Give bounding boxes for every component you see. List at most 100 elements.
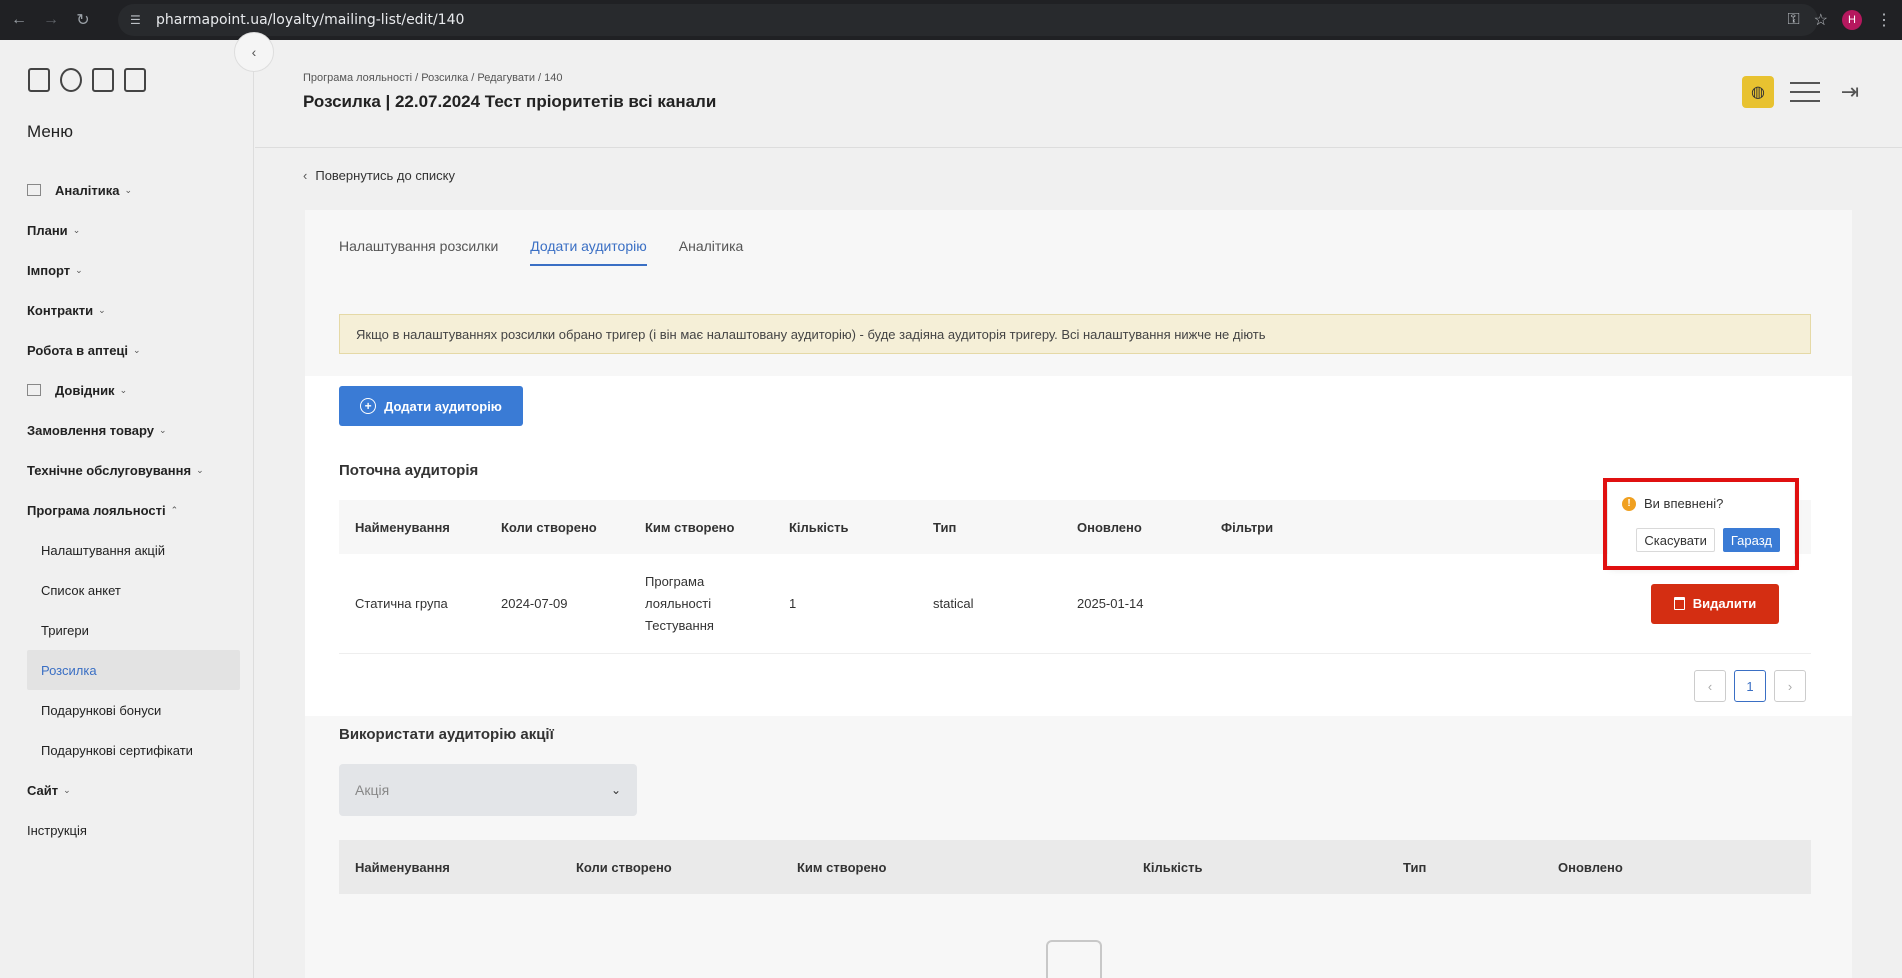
reload-icon[interactable]: ↻ [70, 7, 96, 33]
plus-circle-icon: + [360, 398, 377, 414]
globe-icon: ◍ [1751, 84, 1765, 101]
sidebar-item-contracts[interactable]: Контракти ⌄ [0, 290, 254, 330]
warning-icon: ! [1622, 496, 1636, 511]
column-header[interactable]: Фільтри [1205, 520, 1625, 535]
cell-count: 1 [789, 596, 797, 611]
hamburger-menu-icon[interactable] [1790, 82, 1820, 102]
trigger-notice: Якщо в налаштуваннях розсилки обрано три… [339, 314, 1811, 354]
cell-created-by: Програма лояльності Тестування [645, 573, 714, 633]
document-icon[interactable] [92, 68, 114, 92]
tab-analytics[interactable]: Аналітика [679, 238, 744, 266]
column-header[interactable]: Оновлено [1061, 520, 1205, 535]
password-key-icon[interactable]: ⚿ [1787, 11, 1799, 29]
pagination: ‹ 1 › [1694, 670, 1806, 702]
calendar-icon[interactable] [28, 68, 50, 92]
tab-add-audience[interactable]: Додати аудиторію [530, 238, 647, 266]
next-page-button[interactable]: › [1774, 670, 1806, 702]
sidebar-item-pharmacy-work[interactable]: Робота в аптеці ⌄ [0, 330, 254, 370]
menu-title: Меню [27, 122, 73, 141]
sidebar-item-mailing[interactable]: Розсилка [27, 650, 240, 690]
sidebar-item-gift-bonuses[interactable]: Подарункові бонуси [0, 690, 254, 730]
popconfirm-ok-button[interactable]: Гаразд [1722, 528, 1780, 552]
table-row: Статична група 2024-07-09 Програма лояль… [339, 554, 1811, 654]
sidebar-item-analytics[interactable]: Аналітика ⌄ [0, 170, 254, 210]
address-bar[interactable]: ☰ pharmapoint.ua/loyalty/mailing-list/ed… [118, 4, 1818, 36]
column-header[interactable]: Найменування [339, 520, 485, 535]
popconfirm-cancel-button[interactable]: Скасувати [1636, 528, 1715, 552]
column-header[interactable]: Ким створено [781, 860, 1127, 875]
url-text: pharmapoint.ua/loyalty/mailing-list/edit… [156, 12, 465, 28]
sidebar-item-directory[interactable]: Довідник ⌄ [0, 370, 254, 410]
cell-actions: Видалити [1625, 583, 1811, 624]
chevron-down-icon: ⌄ [196, 464, 204, 475]
current-audience-title: Поточна аудиторія [339, 462, 479, 479]
sidebar-menu: Аналітика ⌄ Плани ⌄ Імпорт ⌄ Контракти ⌄ Роб… [0, 170, 254, 850]
sidebar-item-plans[interactable]: Плани ⌄ [0, 210, 254, 250]
delete-popconfirm: ! Ви впевнені? Скасувати Гаразд [1608, 482, 1794, 566]
breadcrumb: Програма лояльності / Розсилка / Редагув… [303, 72, 563, 84]
language-button[interactable]: ◍ [1742, 76, 1774, 108]
bookmark-star-icon[interactable]: ☆ [1814, 10, 1828, 30]
logout-icon[interactable]: ⇥ [1836, 77, 1864, 107]
page-header: Програма лояльності / Розсилка / Редагув… [255, 40, 1902, 148]
column-header[interactable]: Тип [917, 520, 1061, 535]
cell-created: 2024-07-09 [501, 596, 568, 611]
popconfirm-message: ! Ви впевнені? [1622, 496, 1723, 511]
chevron-left-icon: ‹ [251, 44, 257, 60]
tabs: Налаштування розсилки Додати аудиторію А… [339, 238, 743, 266]
sidebar-quick-icons [28, 68, 146, 92]
table-header: Найменування Коли створено Ким створено … [339, 500, 1811, 554]
back-arrow-icon[interactable]: ← [6, 7, 32, 33]
table-icon [27, 184, 41, 196]
book-icon[interactable] [124, 68, 146, 92]
column-header[interactable]: Найменування [339, 860, 560, 875]
promo-audience-title: Використати аудиторію акції [339, 726, 554, 743]
sidebar-item-triggers[interactable]: Тригери [0, 610, 254, 650]
sidebar-item-instructions[interactable]: Інструкція [0, 810, 254, 850]
add-audience-button[interactable]: + Додати аудиторію [339, 386, 523, 426]
column-header[interactable]: Ким створено [629, 520, 773, 535]
chevron-up-icon: ⌃ [170, 504, 179, 515]
chevron-down-icon: ⌄ [119, 384, 128, 395]
sidebar-item-gift-certificates[interactable]: Подарункові сертифікати [0, 730, 254, 770]
site-settings-icon[interactable]: ☰ [130, 13, 144, 27]
forward-arrow-icon[interactable]: → [38, 7, 64, 33]
empty-inbox-icon [1046, 940, 1102, 978]
profile-avatar[interactable]: H [1842, 10, 1862, 30]
pie-chart-icon[interactable] [60, 68, 82, 92]
column-header[interactable]: Тип [1387, 860, 1542, 875]
chevron-left-icon: ‹ [1707, 678, 1713, 694]
chevron-down-icon: ⌄ [124, 184, 132, 195]
sidebar-item-survey-list[interactable]: Список анкет [0, 570, 254, 610]
page-number-button[interactable]: 1 [1734, 670, 1766, 702]
sidebar-item-loyalty[interactable]: Програма лояльності ⌃ [0, 490, 254, 530]
sidebar-item-site[interactable]: Сайт ⌄ [0, 770, 254, 810]
chevron-down-icon: ⌄ [610, 783, 621, 797]
column-header[interactable]: Коли створено [560, 860, 781, 875]
sidebar-item-promo-settings[interactable]: Налаштування акцій [0, 530, 254, 570]
promo-select[interactable]: Акція ⌄ [339, 764, 637, 816]
chevron-down-icon: ⌄ [72, 224, 81, 235]
tab-mailing-settings[interactable]: Налаштування розсилки [339, 238, 498, 266]
column-header[interactable]: Оновлено [1542, 860, 1742, 875]
delete-button[interactable]: Видалити [1651, 583, 1779, 624]
chevron-down-icon: ⌄ [75, 264, 83, 275]
chevron-down-icon: ⌄ [98, 304, 106, 315]
sidebar-item-maintenance[interactable]: Технічне обслуговування ⌄ [0, 450, 254, 490]
column-header[interactable]: Кількість [1127, 860, 1387, 875]
column-header[interactable]: Кількість [773, 520, 917, 535]
current-audience-table: Найменування Коли створено Ким створено … [339, 500, 1811, 654]
sidebar-item-import[interactable]: Імпорт ⌄ [0, 250, 254, 290]
sidebar-collapse-button[interactable]: ‹ [234, 32, 274, 72]
browser-menu-icon[interactable]: ⋮ [1876, 10, 1892, 30]
sidebar-item-orders[interactable]: Замовлення товару ⌄ [0, 410, 254, 450]
column-header[interactable]: Коли створено [485, 520, 629, 535]
page-title: Розсилка | 22.07.2024 Тест пріоритетів в… [303, 92, 717, 111]
cell-updated: 2025-01-14 [1077, 596, 1144, 611]
chevron-down-icon: ⌄ [159, 424, 167, 435]
chevron-left-icon: ‹ [303, 168, 308, 183]
promo-audience-table-header: Найменування Коли створено Ким створено … [339, 840, 1811, 894]
back-to-list-link[interactable]: ‹ Повернутись до списку [303, 168, 455, 183]
chevron-down-icon: ⌄ [133, 344, 141, 355]
prev-page-button[interactable]: ‹ [1694, 670, 1726, 702]
